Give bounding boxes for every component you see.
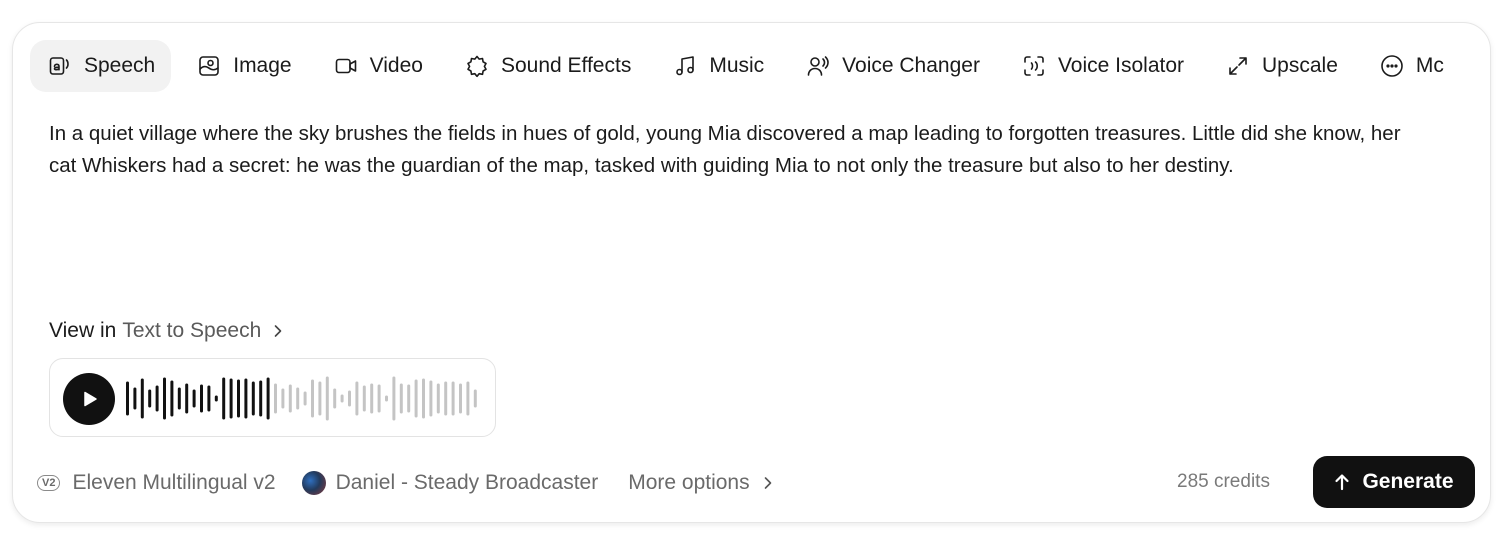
tab-more[interactable]: Mc xyxy=(1362,40,1460,92)
view-in-tts-link[interactable]: View in Text to Speech xyxy=(49,319,285,343)
waveform-bar xyxy=(200,384,203,413)
waveform-bar xyxy=(377,384,381,413)
waveform-bar xyxy=(281,388,285,409)
waveform-bar xyxy=(192,389,196,408)
mode-tabs: Speech Image Video Sound Effects Music V… xyxy=(30,40,1474,92)
tab-speech[interactable]: Speech xyxy=(30,40,172,92)
waveform-bar xyxy=(266,377,270,420)
tab-label: Upscale xyxy=(1262,54,1338,77)
waveform-bar xyxy=(392,376,396,421)
waveform-bar xyxy=(451,381,455,416)
waveform-bar xyxy=(436,383,440,414)
waveform-bar xyxy=(237,379,240,418)
upscale-arrows-icon xyxy=(1226,54,1250,78)
waveform-bar xyxy=(325,376,329,421)
waveform-bar xyxy=(473,389,477,408)
tab-label: Voice Isolator xyxy=(1057,54,1185,77)
waveform-bar xyxy=(185,383,189,414)
waveform-bar xyxy=(296,387,300,410)
tab-label: Mc xyxy=(1415,54,1444,77)
story-text-input[interactable]: In a quiet village where the sky brushes… xyxy=(49,118,1409,182)
more-dots-icon xyxy=(1380,54,1404,78)
play-button[interactable] xyxy=(63,373,115,425)
view-link-target: Text to Speech xyxy=(122,319,262,342)
waveform-bar xyxy=(333,388,337,409)
waveform-bar xyxy=(251,381,255,416)
waveform-bar xyxy=(414,379,418,418)
generate-label: Generate xyxy=(1362,470,1454,493)
waveform-bar xyxy=(229,378,233,419)
waveform-bar xyxy=(311,379,314,418)
waveform-bar xyxy=(244,378,248,419)
tab-video[interactable]: Video xyxy=(316,40,439,92)
speech-icon xyxy=(48,54,72,78)
more-options-button[interactable]: More options xyxy=(628,471,773,495)
music-note-icon xyxy=(673,54,697,78)
audio-waveform[interactable] xyxy=(126,371,486,426)
tab-label: Sound Effects xyxy=(500,54,632,77)
waveform-bar xyxy=(362,385,366,412)
waveform-bar xyxy=(407,384,411,413)
waveform-bar xyxy=(303,391,307,406)
waveform-bar xyxy=(177,387,181,410)
sound-effects-icon xyxy=(465,54,489,78)
tab-label: Video xyxy=(369,54,423,77)
tab-music[interactable]: Music xyxy=(655,40,780,92)
tab-sound-effects[interactable]: Sound Effects xyxy=(447,40,647,92)
speech-generator-card: Speech Image Video Sound Effects Music V… xyxy=(12,22,1491,523)
tab-voice-changer[interactable]: Voice Changer xyxy=(788,40,996,92)
waveform-bar xyxy=(318,381,322,416)
generation-settings: V2 Eleven Multilingual v2 Daniel - Stead… xyxy=(37,457,774,509)
generate-button[interactable]: Generate xyxy=(1313,456,1475,508)
waveform-bar xyxy=(214,395,218,402)
waveform-bar xyxy=(155,385,159,412)
waveform-bar xyxy=(148,389,152,408)
video-camera-icon xyxy=(334,54,358,78)
tab-image[interactable]: Image xyxy=(179,40,307,92)
waveform-bar xyxy=(399,383,403,414)
more-options-label: More options xyxy=(628,471,750,494)
waveform-bar xyxy=(126,381,129,416)
tab-label: Voice Changer xyxy=(842,54,980,77)
play-icon xyxy=(84,391,97,407)
waveform-bar xyxy=(370,383,374,414)
voice-changer-icon xyxy=(806,54,830,78)
waveform-bar xyxy=(385,395,388,402)
chevron-right-icon xyxy=(274,325,282,337)
waveform-bar xyxy=(133,387,137,410)
model-version-badge: V2 xyxy=(37,475,61,491)
tab-label: Speech xyxy=(84,54,156,77)
voice-selector[interactable]: Daniel - Steady Broadcaster xyxy=(336,471,599,495)
waveform-bar xyxy=(288,384,292,413)
waveform-bar xyxy=(140,378,144,419)
tab-voice-isolator[interactable]: Voice Isolator xyxy=(1004,40,1200,92)
voice-avatar xyxy=(301,471,326,495)
model-selector[interactable]: Eleven Multilingual v2 xyxy=(72,471,275,495)
waveform-bar xyxy=(429,380,433,417)
image-icon xyxy=(197,54,221,78)
waveform-bar xyxy=(340,394,344,403)
waveform-bar xyxy=(444,381,448,416)
waveform-bar xyxy=(422,378,425,419)
waveform-bar xyxy=(466,381,470,416)
tab-label: Image xyxy=(233,54,292,77)
waveform-bar xyxy=(274,383,277,414)
waveform-bar xyxy=(170,380,174,417)
waveform-bar xyxy=(355,381,359,416)
waveform-bar xyxy=(207,385,211,412)
waveform-bar xyxy=(222,377,226,420)
credits-count: 285 credits xyxy=(1177,471,1270,492)
waveform-bar xyxy=(459,383,462,414)
chevron-right-icon xyxy=(764,477,771,489)
voice-isolator-icon xyxy=(1022,54,1046,78)
view-link-prefix: View in xyxy=(49,319,117,342)
waveform-bar xyxy=(259,380,263,417)
waveform-bar xyxy=(163,377,166,420)
waveform-bar xyxy=(348,390,351,407)
audio-player xyxy=(49,358,496,437)
tab-upscale[interactable]: Upscale xyxy=(1208,40,1354,92)
arrow-up-icon xyxy=(1335,474,1350,491)
tab-label: Music xyxy=(709,54,765,77)
